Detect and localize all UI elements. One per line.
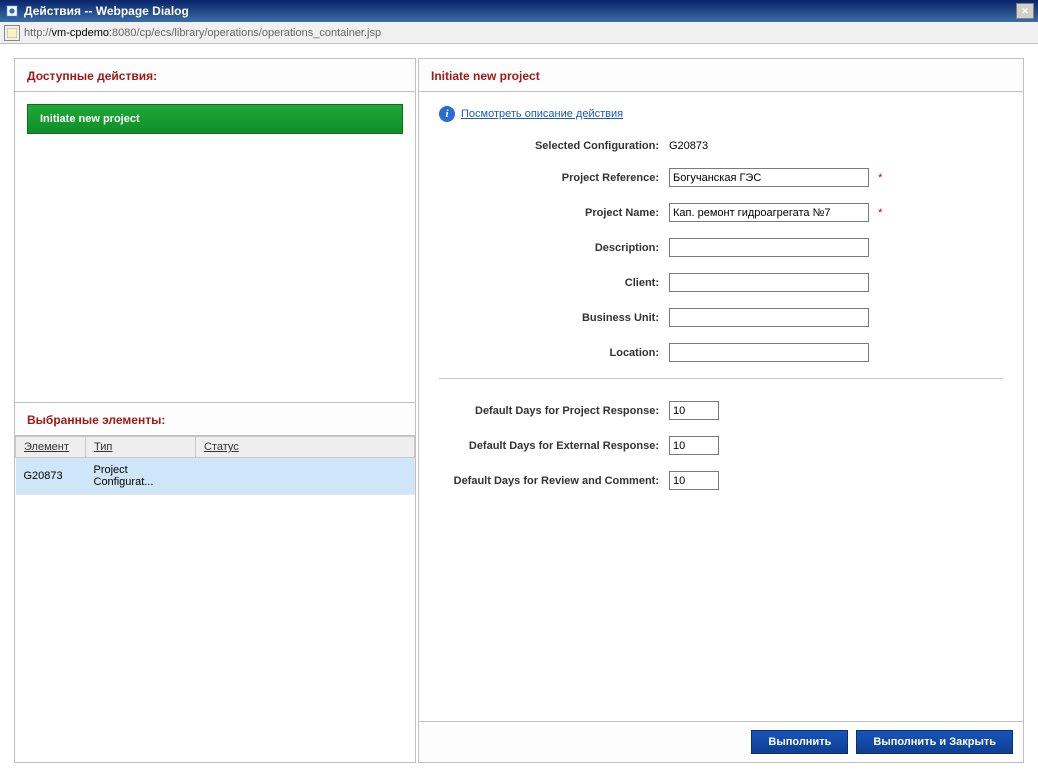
available-actions-list: Initiate new project xyxy=(15,92,415,402)
action-initiate-new-project[interactable]: Initiate new project xyxy=(27,104,403,134)
page-icon xyxy=(4,25,20,41)
url-host: vm-cpdemo xyxy=(52,27,109,39)
dialog-title: Действия -- Webpage Dialog xyxy=(24,4,189,18)
value-selected-config: G20873 xyxy=(669,140,708,152)
titlebar-buttons: ✕ xyxy=(1014,3,1034,19)
table-header-row: Элемент Тип Статус xyxy=(16,437,415,458)
view-description-link[interactable]: Посмотреть описание действия xyxy=(461,108,623,120)
label-location: Location: xyxy=(439,347,669,359)
execute-button[interactable]: Выполнить xyxy=(751,730,848,754)
label-description: Description: xyxy=(439,242,669,254)
col-status[interactable]: Статус xyxy=(196,437,415,458)
label-selected-config: Selected Configuration: xyxy=(439,140,669,152)
cell-type: Project Configurat... xyxy=(86,458,196,495)
cell-element: G20873 xyxy=(16,458,86,495)
input-business-unit[interactable] xyxy=(669,308,869,327)
input-days-project-response[interactable] xyxy=(669,401,719,420)
label-days-review-comment: Default Days for Review and Comment: xyxy=(439,475,669,487)
col-element[interactable]: Элемент xyxy=(16,437,86,458)
cell-status xyxy=(196,458,415,495)
execute-and-close-button[interactable]: Выполнить и Закрыть xyxy=(856,730,1013,754)
input-project-name[interactable] xyxy=(669,203,869,222)
label-days-external-response: Default Days for External Response: xyxy=(439,440,669,452)
label-project-reference: Project Reference: xyxy=(439,172,669,184)
input-days-external-response[interactable] xyxy=(669,436,719,455)
right-panel: Initiate new project i Посмотреть описан… xyxy=(418,58,1024,763)
table-row[interactable]: G20873 Project Configurat... xyxy=(16,458,415,495)
left-panel: Доступные действия: Initiate new project… xyxy=(14,58,416,763)
label-project-name: Project Name: xyxy=(439,207,669,219)
form-body: i Посмотреть описание действия Selected … xyxy=(419,92,1023,721)
close-button[interactable]: ✕ xyxy=(1016,3,1034,19)
required-mark: * xyxy=(878,172,882,184)
label-business-unit: Business Unit: xyxy=(439,312,669,324)
address-bar: http://vm-cpdemo:8080/cp/ecs/library/ope… xyxy=(0,22,1038,44)
selected-elements-header: Выбранные элементы: xyxy=(15,402,415,436)
label-days-project-response: Default Days for Project Response: xyxy=(439,405,669,417)
info-icon: i xyxy=(439,106,455,122)
input-days-review-comment[interactable] xyxy=(669,471,719,490)
input-client[interactable] xyxy=(669,273,869,292)
info-row: i Посмотреть описание действия xyxy=(439,106,1003,122)
input-location[interactable] xyxy=(669,343,869,362)
required-mark: * xyxy=(878,207,882,219)
dialog-titlebar: Действия -- Webpage Dialog ✕ xyxy=(0,0,1038,22)
close-icon: ✕ xyxy=(1021,6,1029,17)
ie-page-icon xyxy=(4,3,20,19)
separator xyxy=(439,378,1003,379)
label-client: Client: xyxy=(439,277,669,289)
input-description[interactable] xyxy=(669,238,869,257)
input-project-reference[interactable] xyxy=(669,168,869,187)
url-rest: :8080/cp/ecs/library/operations/operatio… xyxy=(109,27,381,39)
selected-elements-table: Элемент Тип Статус G20873 Project Config… xyxy=(15,436,415,495)
footer-bar: Выполнить Выполнить и Закрыть xyxy=(419,721,1023,762)
available-actions-header: Доступные действия: xyxy=(15,59,415,92)
selected-elements-table-wrap: Элемент Тип Статус G20873 Project Config… xyxy=(15,436,415,762)
form-header: Initiate new project xyxy=(419,59,1023,92)
url-prefix: http:// xyxy=(24,27,52,39)
col-type[interactable]: Тип xyxy=(86,437,196,458)
